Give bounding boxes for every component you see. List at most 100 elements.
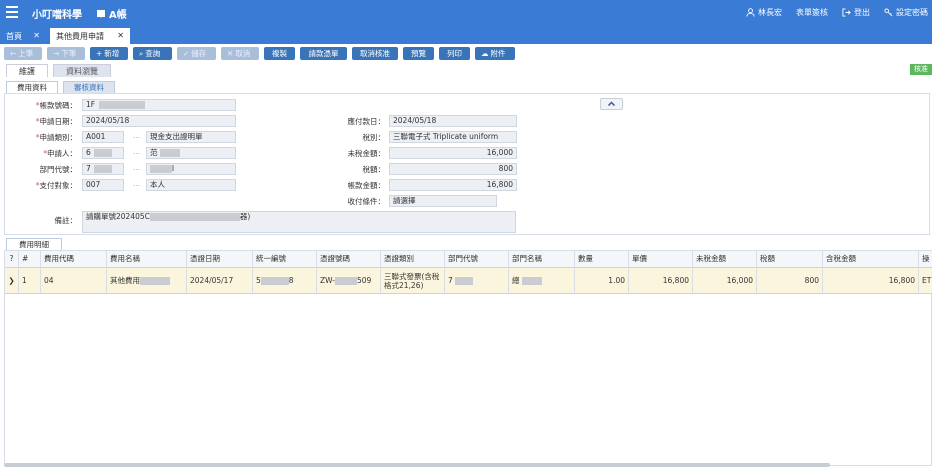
col-voucher-no[interactable]: 憑證號碼 <box>317 251 381 268</box>
form-approval-link[interactable]: 表單簽核 <box>796 7 828 18</box>
request-docs-button[interactable]: 請款憑單 <box>300 47 347 60</box>
query-button[interactable]: ⌕ 查詢 <box>133 47 172 60</box>
lookup-dots-icon[interactable]: … <box>133 164 140 172</box>
col-dept-code[interactable]: 部門代號 <box>445 251 509 268</box>
cell-expense-name[interactable]: 其他費用 <box>107 268 187 294</box>
amount-field: 16,800 <box>389 179 517 191</box>
applicant-code-field[interactable]: 6 <box>82 147 124 159</box>
col-price[interactable]: 單價 <box>629 251 693 268</box>
cancel-label: 取消 <box>235 49 251 58</box>
voucher-no-field[interactable]: 1F <box>82 99 236 111</box>
tab-other-expense[interactable]: 其他費用申請 ✕ <box>50 28 130 44</box>
expense-detail-grid: ? # 費用代碼 費用名稱 憑證日期 統一編號 憑證號碼 憑證類別 部門代號 部… <box>4 250 932 466</box>
cell-dept-code[interactable]: 7 <box>445 268 509 294</box>
lookup-dots-icon[interactable]: … <box>133 148 140 156</box>
cell-price[interactable]: 16,800 <box>629 268 693 294</box>
remark-textarea[interactable]: 請購單號202405C 器) <box>82 211 516 233</box>
user-menu[interactable]: 林長宏 <box>746 7 782 18</box>
col-total[interactable]: 含稅金額 <box>823 251 919 268</box>
cell-dept-name[interactable]: 總 <box>509 268 575 294</box>
col-expense-code[interactable]: 費用代碼 <box>41 251 107 268</box>
untaxed-label: 未稅金額： <box>347 149 386 158</box>
close-icon[interactable]: ✕ <box>117 31 124 40</box>
col-untaxed[interactable]: 未稅金額 <box>693 251 757 268</box>
apply-date-field[interactable]: 2024/05/18 <box>82 115 236 127</box>
payee-code-field[interactable]: 007 <box>82 179 124 191</box>
col-voucher-date[interactable]: 憑證日期 <box>187 251 253 268</box>
preview-button[interactable]: 預覽 <box>403 47 434 60</box>
tab-data-browse[interactable]: 資料瀏覽 <box>53 64 111 77</box>
col-expense-name[interactable]: 費用名稱 <box>107 251 187 268</box>
add-button[interactable]: + 新增 <box>90 47 128 60</box>
attach-button[interactable]: ☁ 附件 <box>475 47 515 60</box>
help-icon[interactable]: ? <box>5 251 19 268</box>
dept-code-field[interactable]: 7 <box>82 163 124 175</box>
row-indicator-icon[interactable]: ❯ <box>5 268 19 294</box>
tab-expense-data[interactable]: 費用資料 <box>6 81 58 93</box>
terms-select[interactable]: 請選擇 <box>389 195 497 207</box>
save-button[interactable]: ✓ 儲存 <box>177 47 216 60</box>
cloud-upload-icon: ☁ <box>481 49 489 58</box>
cell-tax-id[interactable]: 58 <box>253 268 317 294</box>
approve-badge[interactable]: 核准 <box>910 64 932 75</box>
cell-untaxed[interactable]: 16,000 <box>693 268 757 294</box>
prev-button[interactable]: ← 上筆 <box>4 47 42 60</box>
col-tax-id[interactable]: 統一編號 <box>253 251 317 268</box>
col-qty[interactable]: 數量 <box>575 251 629 268</box>
apply-type-code-field[interactable]: A001 <box>82 131 124 143</box>
page-tabs: 首頁 ✕ 其他費用申請 ✕ <box>0 26 932 44</box>
print-button[interactable]: 列印 <box>439 47 470 60</box>
horizontal-scrollbar[interactable] <box>4 463 830 467</box>
logout-icon <box>842 8 851 17</box>
col-op[interactable]: 操 <box>919 251 932 268</box>
tab-home[interactable]: 首頁 ✕ <box>0 28 46 44</box>
next-button[interactable]: → 下筆 <box>47 47 85 60</box>
cell-tax[interactable]: 800 <box>757 268 823 294</box>
cell-index: 1 <box>19 268 41 294</box>
col-dept-name[interactable]: 部門名稱 <box>509 251 575 268</box>
due-date-field[interactable]: 2024/05/18 <box>389 115 517 127</box>
plus-icon: + <box>96 49 103 58</box>
book-selector[interactable]: A帳 <box>96 6 127 21</box>
cell-expense-code[interactable]: 04 <box>41 268 107 294</box>
logout-link[interactable]: 登出 <box>842 7 870 18</box>
remark-label: 備註： <box>54 216 78 225</box>
cell-op[interactable]: ET <box>919 268 932 294</box>
app-title[interactable]: 小叮噹科學 <box>32 6 82 21</box>
apply-type-label: *申請類別： <box>35 133 77 142</box>
tab-home-label: 首頁 <box>6 32 22 41</box>
cancel-button[interactable]: ✕ 取消 <box>221 47 259 60</box>
amount-label: 帳款金額： <box>347 181 386 190</box>
next-label: 下筆 <box>61 49 77 58</box>
copy-button[interactable]: 複製 <box>264 47 295 60</box>
col-voucher-type[interactable]: 憑證類別 <box>381 251 445 268</box>
cell-total[interactable]: 16,800 <box>823 268 919 294</box>
cell-voucher-type[interactable]: 三聯式發票(含稅格式21,26) <box>381 268 445 294</box>
prev-label: 上筆 <box>18 49 34 58</box>
collapse-button[interactable] <box>600 98 623 110</box>
settings-label: 設定密碼 <box>896 8 928 17</box>
arrow-right-icon: → <box>53 49 60 58</box>
col-tax[interactable]: 稅額 <box>757 251 823 268</box>
book-label: A帳 <box>109 10 127 21</box>
cell-voucher-no[interactable]: ZW- 509 <box>317 268 381 294</box>
close-icon[interactable]: ✕ <box>33 31 40 40</box>
lookup-dots-icon[interactable]: … <box>133 132 140 140</box>
times-icon: ✕ <box>227 49 234 58</box>
tab-review-data[interactable]: 審核資料 <box>63 81 115 93</box>
tab-expense-detail[interactable]: 費用明細 <box>6 238 62 250</box>
print-label: 列印 <box>447 49 462 58</box>
lookup-dots-icon[interactable]: … <box>133 180 140 188</box>
view-tabs: 維護 資料瀏覽 <box>6 64 111 77</box>
hamburger-menu-icon[interactable] <box>6 6 18 18</box>
cell-qty[interactable]: 1.00 <box>575 268 629 294</box>
cancel-approval-button[interactable]: 取消核准 <box>352 47 398 60</box>
tab-edit[interactable]: 維護 <box>6 64 48 77</box>
form-tabs: 費用資料 審核資料 <box>6 81 115 93</box>
check-icon: ✓ <box>183 49 190 58</box>
user-icon <box>746 8 755 17</box>
cell-voucher-date[interactable]: 2024/05/17 <box>187 268 253 294</box>
settings-link[interactable]: 設定密碼 <box>884 7 928 18</box>
preview-label: 預覽 <box>411 49 426 58</box>
tax-type-select[interactable]: 三聯電子式 Triplicate uniform <box>389 131 517 143</box>
